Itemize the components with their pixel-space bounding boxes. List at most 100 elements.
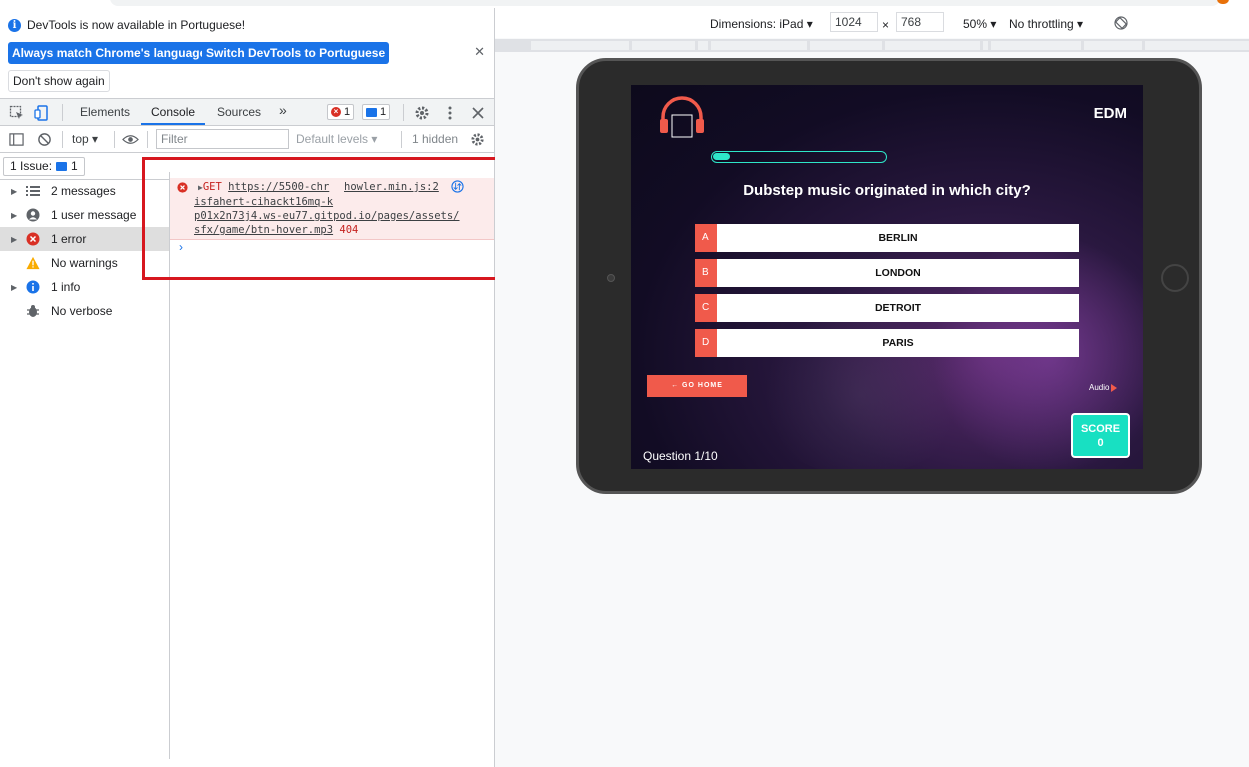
answer-letter: A bbox=[695, 224, 717, 252]
go-home-button[interactable]: ← GO HOME bbox=[647, 375, 747, 397]
sidebar-toggle-icon[interactable] bbox=[9, 132, 24, 147]
eye-icon[interactable] bbox=[122, 133, 139, 146]
inspect-element-icon[interactable] bbox=[9, 105, 25, 121]
profile-icon[interactable] bbox=[1217, 0, 1229, 4]
height-input[interactable]: 768 bbox=[896, 12, 944, 32]
log-levels-dropdown[interactable]: Default levels ▾ bbox=[296, 132, 377, 146]
rotate-icon[interactable] bbox=[1114, 16, 1128, 30]
device-toolbar: Dimensions: iPad ▾ 1024 × 768 50% ▾ No t… bbox=[495, 8, 1249, 38]
answer-list: A BERLIN B LONDON C DETROIT D PARIS bbox=[695, 224, 1079, 364]
console-filter-bar: top ▾ Filter Default levels ▾ 1 hidden bbox=[0, 126, 494, 153]
separator bbox=[114, 131, 115, 148]
expand-arrow-icon[interactable]: ▶ bbox=[11, 235, 17, 244]
device-label: Dimensions: iPad bbox=[710, 17, 804, 31]
console-filter-input[interactable]: Filter bbox=[156, 129, 289, 149]
always-match-language-button[interactable]: Always match Chrome's language bbox=[8, 42, 211, 64]
list-icon bbox=[26, 184, 40, 198]
info-icon: i bbox=[8, 18, 21, 32]
switch-to-portuguese-button[interactable]: Switch DevTools to Portuguese bbox=[202, 42, 390, 64]
separator bbox=[147, 131, 148, 148]
devtools-tabbar: Elements Console Sources » × 1 1 bbox=[0, 99, 494, 126]
media-query-ruler bbox=[495, 39, 1249, 52]
ipad-device-frame: EDM Dubstep music originated in which ci… bbox=[576, 58, 1202, 494]
zoom-dropdown[interactable]: 50% ▾ bbox=[963, 17, 996, 31]
progress-fill bbox=[713, 153, 731, 160]
tab-sources[interactable]: Sources bbox=[217, 105, 261, 119]
console-settings-gear-icon[interactable] bbox=[470, 132, 485, 147]
highlight-annotation-box bbox=[142, 157, 516, 280]
expand-arrow-icon[interactable]: ▶ bbox=[11, 187, 17, 196]
answer-option-c[interactable]: C DETROIT bbox=[695, 294, 1079, 322]
context-label: top bbox=[72, 132, 89, 146]
browser-top-strip bbox=[0, 0, 1249, 8]
infobar-message: i DevTools is now available in Portugues… bbox=[8, 18, 245, 32]
infobar-close-icon[interactable]: ✕ bbox=[474, 44, 485, 60]
play-icon bbox=[1111, 383, 1118, 392]
sidebar-item-label: 1 info bbox=[51, 280, 81, 294]
message-count-badge[interactable]: 1 bbox=[362, 104, 391, 120]
tab-elements[interactable]: Elements bbox=[80, 105, 130, 119]
close-devtools-icon[interactable] bbox=[470, 105, 486, 121]
sidebar-item-label: No verbose bbox=[51, 304, 113, 318]
answer-option-a[interactable]: A BERLIN bbox=[695, 224, 1079, 252]
error-icon: × bbox=[331, 107, 341, 117]
sidebar-item-verbose[interactable]: No verbose bbox=[0, 299, 169, 323]
device-dropdown[interactable]: Dimensions: iPad ▾ bbox=[710, 17, 813, 31]
log-levels-label: Default levels bbox=[296, 132, 369, 146]
more-options-icon[interactable] bbox=[442, 105, 458, 121]
answer-letter: C bbox=[695, 294, 717, 322]
context-selector[interactable]: top ▾ bbox=[72, 132, 98, 146]
separator bbox=[401, 131, 402, 148]
sidebar-item-label: 2 messages bbox=[51, 184, 116, 198]
infobar-text: DevTools is now available in Portuguese! bbox=[27, 18, 246, 32]
score-box: SCORE 0 bbox=[1071, 413, 1130, 458]
device-emulation-area: Dimensions: iPad ▾ 1024 × 768 50% ▾ No t… bbox=[495, 8, 1249, 767]
question-text: Dubstep music originated in which city? bbox=[743, 182, 1031, 199]
user-icon bbox=[26, 208, 40, 222]
home-button[interactable] bbox=[1161, 264, 1189, 292]
width-input[interactable]: 1024 bbox=[830, 12, 878, 32]
throttling-dropdown[interactable]: No throttling ▾ bbox=[1009, 17, 1083, 31]
throttling-label: No throttling bbox=[1009, 17, 1074, 31]
language-infobar: i DevTools is now available in Portugues… bbox=[0, 8, 494, 99]
separator bbox=[62, 104, 63, 121]
tab-console[interactable]: Console bbox=[151, 105, 195, 119]
zoom-label: 50% bbox=[963, 17, 988, 31]
settings-gear-icon[interactable] bbox=[414, 105, 430, 121]
audio-label: Audio bbox=[1089, 383, 1110, 392]
error-count-badge[interactable]: × 1 bbox=[327, 104, 355, 120]
sidebar-item-label: 1 user message bbox=[51, 208, 137, 222]
screen-root: i DevTools is now available in Portugues… bbox=[0, 0, 1249, 767]
category-title: EDM bbox=[1093, 105, 1127, 122]
issue-message-icon bbox=[56, 162, 68, 171]
expand-arrow-icon[interactable]: ▶ bbox=[11, 283, 17, 292]
answer-option-d[interactable]: D PARIS bbox=[695, 329, 1079, 357]
music-quiz-logo bbox=[660, 96, 704, 138]
audio-toggle[interactable]: Audio bbox=[1089, 383, 1118, 392]
message-icon bbox=[366, 107, 377, 117]
dimension-separator: × bbox=[882, 18, 890, 32]
quiz-progress-bar bbox=[711, 151, 887, 163]
info-icon bbox=[26, 280, 40, 294]
dont-show-again-button[interactable]: Don't show again bbox=[8, 70, 110, 92]
question-counter: Question 1/10 bbox=[643, 449, 718, 463]
sidebar-item-label: 1 error bbox=[51, 232, 87, 246]
answer-letter: B bbox=[695, 259, 717, 287]
warning-icon bbox=[26, 256, 40, 270]
score-value: 0 bbox=[1097, 437, 1104, 449]
camera-icon bbox=[607, 274, 615, 282]
clear-console-icon[interactable] bbox=[37, 132, 52, 147]
bug-icon bbox=[26, 304, 40, 318]
error-icon bbox=[26, 232, 40, 246]
more-tabs-icon[interactable]: » bbox=[279, 102, 287, 118]
hidden-count: 1 hidden bbox=[412, 132, 459, 146]
device-toolbar-icon[interactable] bbox=[34, 105, 50, 121]
answer-option-b[interactable]: B LONDON bbox=[695, 259, 1079, 287]
address-bar-edge bbox=[110, 0, 1220, 6]
sidebar-item-label: No warnings bbox=[51, 256, 118, 270]
message-count: 1 bbox=[380, 106, 387, 118]
answer-text: DETROIT bbox=[874, 302, 922, 314]
active-tab-indicator bbox=[141, 123, 205, 125]
expand-arrow-icon[interactable]: ▶ bbox=[11, 211, 17, 220]
answer-text: PARIS bbox=[882, 337, 914, 349]
